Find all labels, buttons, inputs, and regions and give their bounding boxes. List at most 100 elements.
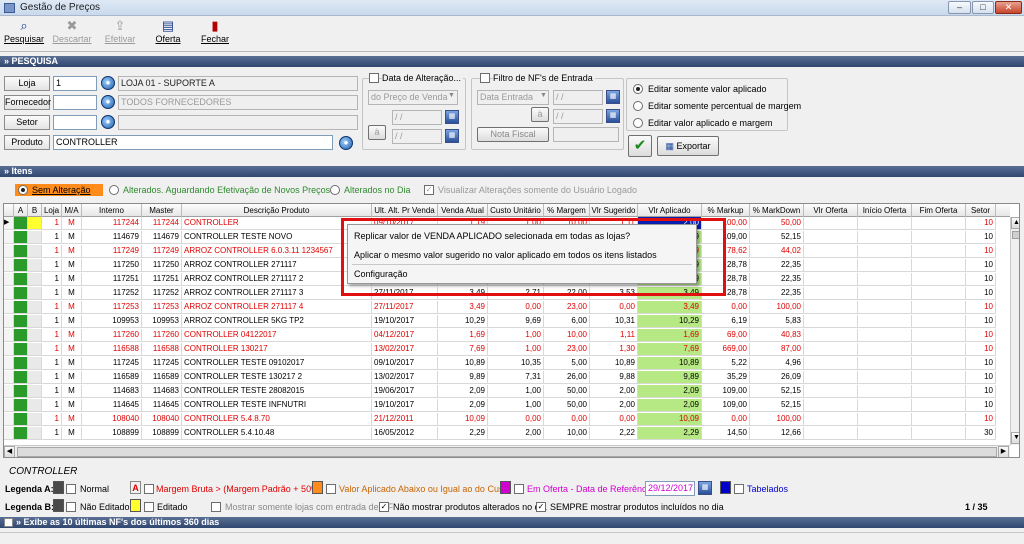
row-indicator[interactable]: [4, 259, 14, 272]
legend-margem-checkbox[interactable]: [144, 484, 154, 494]
nf-date-from[interactable]: / /: [553, 90, 603, 105]
cell-col-markdown[interactable]: 26,09: [750, 371, 804, 384]
cell-col-descricao[interactable]: CONTROLLER TESTE 28082015: [182, 385, 372, 398]
nf-filter-checkbox[interactable]: [480, 73, 490, 83]
cell-col-setor[interactable]: 10: [966, 217, 996, 230]
cell-col-markup[interactable]: 669,00: [702, 343, 750, 356]
row-indicator[interactable]: [4, 357, 14, 370]
scroll-down-icon[interactable]: ▼: [1011, 432, 1019, 444]
cell-col-loja[interactable]: 1: [42, 301, 62, 314]
cell-col-custo[interactable]: 1,00: [488, 343, 544, 356]
minimize-button[interactable]: –: [948, 1, 971, 14]
cell-col-venda-atual[interactable]: 2,09: [438, 385, 488, 398]
cell-col-ma[interactable]: M: [62, 329, 82, 342]
cell-col-markdown[interactable]: 40,83: [750, 329, 804, 342]
cell-col-sugerido[interactable]: 2,22: [590, 427, 638, 440]
cell-col-margem[interactable]: 10,00: [544, 329, 590, 342]
cell-col-ma[interactable]: M: [62, 259, 82, 272]
produto-input[interactable]: CONTROLLER: [53, 135, 333, 150]
cell-col-ma[interactable]: M: [62, 357, 82, 370]
cell-col-markdown[interactable]: 52,15: [750, 231, 804, 244]
efetivar-button[interactable]: ⇪ Efetivar: [102, 18, 138, 50]
cell-col-markdown[interactable]: 22,35: [750, 287, 804, 300]
cell-col-master[interactable]: 114683: [142, 385, 182, 398]
loja-search-icon[interactable]: ●: [101, 76, 115, 90]
cell-col-ma[interactable]: M: [62, 231, 82, 244]
cell-col-master[interactable]: 108040: [142, 413, 182, 426]
header-col-oferta[interactable]: Vlr Oferta: [804, 204, 858, 217]
cell-col-markdown[interactable]: 4,96: [750, 357, 804, 370]
cell-col-interno[interactable]: 117253: [82, 301, 142, 314]
scroll-thumb[interactable]: [1012, 231, 1019, 239]
cell-col-venda-atual[interactable]: 9,89: [438, 371, 488, 384]
cell-col-descricao[interactable]: CONTROLLER 5.4.8.70: [182, 413, 372, 426]
row-indicator[interactable]: [4, 315, 14, 328]
cell-col-loja[interactable]: 1: [42, 273, 62, 286]
fornecedor-search-icon[interactable]: ●: [101, 95, 115, 109]
cell-col-master[interactable]: 117260: [142, 329, 182, 342]
header-col-loja[interactable]: Loja: [42, 204, 62, 217]
header-col-venda-atual[interactable]: Venda Atual: [438, 204, 488, 217]
alteracao-select[interactable]: do Preço de Venda: [368, 90, 458, 105]
cell-col-setor[interactable]: 10: [966, 343, 996, 356]
cell-col-descricao[interactable]: CONTROLLER 130217: [182, 343, 372, 356]
calendar-icon[interactable]: ▦: [606, 90, 620, 104]
mostrar-lojas-checkbox[interactable]: [211, 502, 221, 512]
cell-col-ma[interactable]: M: [62, 371, 82, 384]
cell-col-descricao[interactable]: CONTROLLER 04122017: [182, 329, 372, 342]
cell-col-setor[interactable]: 10: [966, 329, 996, 342]
setor-input[interactable]: [53, 115, 97, 130]
cell-col-aplicado[interactable]: 2,09: [638, 385, 702, 398]
nf-date-select[interactable]: Data Entrada: [477, 90, 549, 105]
table-row[interactable]: 1 M 117245 117245 CONTROLLER TESTE 09102017 0…: [4, 357, 1006, 370]
calendar-icon[interactable]: ▦: [606, 109, 620, 123]
cell-col-ma[interactable]: M: [62, 287, 82, 300]
cell-col-markdown[interactable]: 52,15: [750, 399, 804, 412]
cell-col-aplicado[interactable]: 7,69: [638, 343, 702, 356]
nf-a-button[interactable]: à: [531, 107, 549, 122]
cell-col-master[interactable]: 109953: [142, 315, 182, 328]
cell-col-setor[interactable]: 10: [966, 399, 996, 412]
cell-col-markup[interactable]: 109,00: [702, 385, 750, 398]
cell-col-master[interactable]: 117245: [142, 357, 182, 370]
edit-option-radio-1[interactable]: [633, 84, 643, 94]
cell-col-interno[interactable]: 108899: [82, 427, 142, 440]
cell-col-interno[interactable]: 117252: [82, 287, 142, 300]
sem-alteracao-radio[interactable]: [18, 185, 28, 195]
cell-col-loja[interactable]: 1: [42, 385, 62, 398]
alteracao-date-from[interactable]: / /: [392, 110, 442, 125]
legend-nao-editado-checkbox[interactable]: [66, 502, 76, 512]
exportar-button[interactable]: ▦ Exportar: [657, 136, 719, 156]
vertical-scrollbar[interactable]: ▲ ▼: [1010, 217, 1019, 445]
cell-col-loja[interactable]: 1: [42, 245, 62, 258]
cell-col-aplicado[interactable]: 2,09: [638, 399, 702, 412]
header-col-fim-oferta[interactable]: Fim Oferta: [912, 204, 966, 217]
cell-col-sugerido[interactable]: 1,11: [590, 329, 638, 342]
header-col-a[interactable]: A: [14, 204, 28, 217]
cell-col-setor[interactable]: 10: [966, 357, 996, 370]
horizontal-scrollbar[interactable]: ◀ ▶: [4, 445, 1010, 457]
nf-date-to[interactable]: / /: [553, 109, 603, 124]
cell-col-markup[interactable]: 0,00: [702, 413, 750, 426]
header-col-ult-alt[interactable]: Ult. Alt. Pr Venda: [372, 204, 438, 217]
row-indicator[interactable]: [4, 329, 14, 342]
cell-col-interno[interactable]: 117260: [82, 329, 142, 342]
cell-col-aplicado[interactable]: 1,69: [638, 329, 702, 342]
header-col-markdown[interactable]: % MarkDown: [750, 204, 804, 217]
header-col-sugerido[interactable]: Vlr Sugerido: [590, 204, 638, 217]
cell-col-markdown[interactable]: 100,00: [750, 413, 804, 426]
cell-col-interno[interactable]: 114679: [82, 231, 142, 244]
cell-col-ma[interactable]: M: [62, 413, 82, 426]
cell-col-master[interactable]: 117244: [142, 217, 182, 230]
cell-col-markdown[interactable]: 5,83: [750, 315, 804, 328]
setor-search-icon[interactable]: ●: [101, 115, 115, 129]
scroll-right-icon[interactable]: ▶: [998, 446, 1009, 457]
cell-col-loja[interactable]: 1: [42, 329, 62, 342]
table-row[interactable]: 1 M 114683 114683 CONTROLLER TESTE 28082015 1…: [4, 385, 1006, 398]
cell-col-loja[interactable]: 1: [42, 217, 62, 230]
cell-col-aplicado[interactable]: 10,89: [638, 357, 702, 370]
cell-col-descricao[interactable]: CONTROLLER TESTE 130217 2: [182, 371, 372, 384]
cell-col-interno[interactable]: 114645: [82, 399, 142, 412]
cell-col-setor[interactable]: 10: [966, 385, 996, 398]
footer-nf-bar[interactable]: » Exibe as 10 últimas NF's dos últimos 3…: [0, 517, 1024, 528]
